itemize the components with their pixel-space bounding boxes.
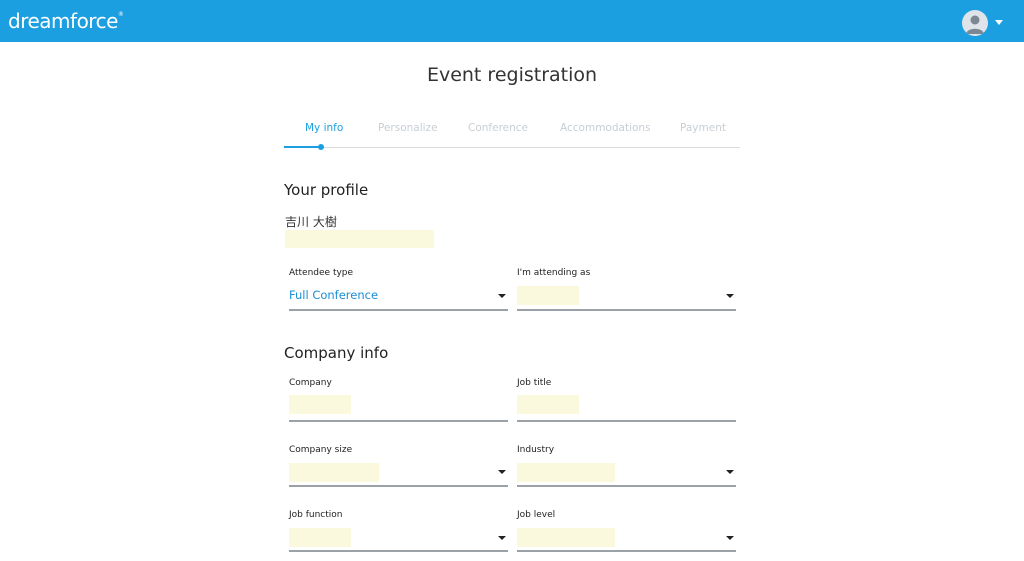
job-title-input[interactable] (517, 395, 579, 414)
attending-as-label: I'm attending as (517, 268, 591, 278)
job-title-label: Job title (517, 378, 552, 388)
company-size-underline (289, 485, 508, 487)
section-title-profile: Your profile (284, 181, 369, 199)
user-avatar-icon[interactable] (962, 10, 988, 36)
attending-as-select[interactable] (517, 286, 579, 305)
step-my-info[interactable]: My info (305, 122, 343, 134)
company-size-caret-icon[interactable] (498, 470, 506, 474)
page-title: Event registration (426, 64, 598, 86)
attendee-type-value[interactable]: Full Conference (289, 288, 378, 302)
step-personalize[interactable]: Personalize (378, 122, 438, 134)
attendee-type-underline (289, 309, 508, 311)
attendee-type-label: Attendee type (289, 268, 354, 278)
company-label: Company (289, 378, 332, 388)
logo-text: dreamforce (8, 9, 118, 33)
current-step-dot (318, 144, 324, 150)
job-function-select[interactable] (289, 528, 351, 547)
job-function-caret-icon[interactable] (498, 536, 506, 540)
name-field[interactable] (285, 230, 434, 248)
dreamforce-logo[interactable]: dreamforce® (8, 9, 124, 33)
section-title-company: Company info (284, 344, 389, 362)
attendee-type-caret-icon[interactable] (498, 294, 506, 298)
attending-as-caret-icon[interactable] (726, 294, 734, 298)
job-function-label: Job function (289, 510, 343, 520)
company-input[interactable] (289, 395, 351, 414)
steps-track (284, 147, 740, 148)
company-size-label: Company size (289, 445, 353, 455)
job-level-caret-icon[interactable] (726, 536, 734, 540)
job-level-underline (517, 550, 736, 552)
logo-trademark: ® (117, 11, 124, 18)
steps-progress (284, 146, 321, 148)
industry-caret-icon[interactable] (726, 470, 734, 474)
job-level-label: Job level (517, 510, 556, 520)
caret-down-icon[interactable] (995, 20, 1003, 25)
company-size-select[interactable] (289, 463, 379, 482)
step-conference[interactable]: Conference (468, 122, 528, 134)
industry-label: Industry (517, 445, 555, 455)
company-underline (289, 420, 508, 422)
registration-steps: My info Personalize Conference Accommoda… (284, 120, 740, 150)
job-level-select[interactable] (517, 528, 615, 547)
attending-as-underline (517, 309, 736, 311)
step-accommodations[interactable]: Accommodations (560, 122, 651, 134)
top-bar: dreamforce® (0, 0, 1024, 42)
industry-select[interactable] (517, 463, 615, 482)
industry-underline (517, 485, 736, 487)
step-payment[interactable]: Payment (680, 122, 726, 134)
job-title-underline (517, 420, 736, 422)
job-function-underline (289, 550, 508, 552)
attendee-name: 吉川 大樹 (285, 215, 337, 229)
